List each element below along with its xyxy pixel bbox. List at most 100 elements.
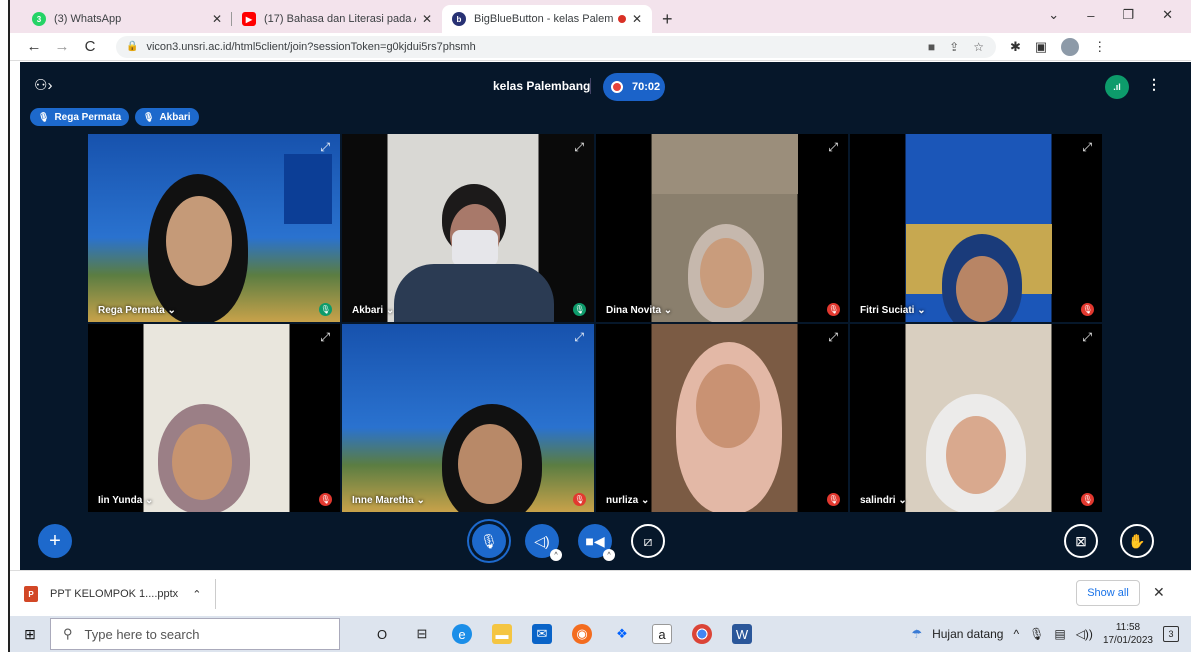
talking-indicator[interactable]: 🎙 Akbari (135, 108, 199, 126)
chevron-up-icon[interactable]: ^ (550, 549, 562, 561)
tab-bigbluebutton[interactable]: b BigBlueButton - kelas Palemb ✕ (442, 5, 652, 33)
video-button[interactable]: ■◀ ^ (578, 524, 615, 561)
lock-icon[interactable]: 🔒 (126, 41, 138, 52)
video-tile[interactable]: ⤢ Dina Novita ⌄ 🎙 (596, 134, 848, 322)
hand-icon: ✋ (1128, 532, 1146, 549)
participant-name[interactable]: Akbari ⌄ (352, 305, 394, 316)
share-icon[interactable]: ⇪ (949, 40, 959, 54)
whatsapp-icon: 3 (32, 12, 46, 26)
chrome-icon[interactable] (692, 624, 712, 644)
word-icon[interactable]: W (732, 624, 752, 644)
record-icon (611, 81, 623, 93)
connection-status-icon[interactable]: .ıl (1105, 75, 1129, 99)
forward-button[interactable]: → (50, 38, 74, 55)
tab-search-icon[interactable]: ⌄ (1048, 7, 1059, 23)
plus-icon: + (49, 529, 61, 552)
options-menu-icon[interactable]: ⋮ (1147, 76, 1161, 93)
fullscreen-icon[interactable]: ⤢ (828, 140, 838, 155)
download-item[interactable]: P PPT KELOMPOK 1....pptx ⌃ (24, 579, 217, 609)
clock[interactable]: 11:58 17/01/2023 (1103, 621, 1153, 647)
browser-menu-icon[interactable]: ⋮ (1093, 39, 1106, 55)
participant-name[interactable]: Inne Maretha ⌄ (352, 495, 425, 506)
network-icon[interactable]: ▤ (1054, 627, 1065, 641)
back-button[interactable]: ← (22, 38, 46, 55)
cortana-icon[interactable]: O (372, 624, 392, 644)
close-window-button[interactable]: ✕ (1162, 7, 1173, 23)
amazon-icon[interactable]: a (652, 624, 672, 644)
close-tab-icon[interactable]: ✕ (212, 12, 222, 26)
mail-icon[interactable]: ✉ (532, 624, 552, 644)
taskbar-search[interactable]: ⚲ Type here to search (50, 618, 340, 650)
meeting-top-bar: ⚇› kelas Palembang 70:02 .ıl ⋮ (20, 62, 1191, 108)
task-view-icon[interactable]: ⊟ (412, 624, 432, 644)
bookmark-star-icon[interactable]: ☆ (973, 40, 984, 54)
windows-start-icon[interactable]: ⊞ (10, 626, 50, 643)
toggle-user-list-icon[interactable]: ⚇› (34, 76, 52, 94)
video-tile[interactable]: ⤢ Fitri Suciati ⌄ 🎙 (850, 134, 1102, 322)
participant-name[interactable]: Iin Yunda ⌄ (98, 495, 153, 506)
fullscreen-icon[interactable]: ⤢ (320, 330, 330, 345)
audio-button[interactable]: ◁) ^ (525, 524, 562, 561)
restore-button[interactable]: ❐ (1122, 7, 1134, 23)
share-screen-button[interactable]: ⧄ (631, 524, 665, 558)
microphone-icon[interactable]: 🎙 (1029, 627, 1044, 641)
participant-name[interactable]: nurliza ⌄ (606, 495, 649, 506)
close-tab-icon[interactable]: ✕ (422, 12, 432, 26)
speaker-icon: ◁) (534, 532, 550, 549)
video-tile[interactable]: ⤢ nurliza ⌄ 🎙 (596, 324, 848, 512)
dropbox-icon[interactable]: ❖ (612, 624, 632, 644)
video-tile[interactable]: ⤢ Akbari ⌄ 🎙 (342, 134, 594, 322)
notifications-icon[interactable]: 3 (1163, 626, 1179, 642)
show-hidden-icons-icon[interactable]: ^ (1013, 627, 1019, 641)
clock-time: 11:58 (1115, 622, 1141, 633)
actions-button[interactable]: + (38, 524, 72, 558)
raise-hand-button[interactable]: ✋ (1120, 524, 1154, 558)
close-download-bar-icon[interactable]: ✕ (1153, 584, 1165, 601)
video-tile[interactable]: ⤢ Iin Yunda ⌄ 🎙 (88, 324, 340, 512)
participant-name[interactable]: Fitri Suciati ⌄ (860, 305, 926, 316)
extensions-icon[interactable]: ✱ (1010, 39, 1021, 55)
microphone-off-icon: 🎙 (319, 493, 332, 506)
video-tile[interactable]: ⤢ salindri ⌄ 🎙 (850, 324, 1102, 512)
show-all-button[interactable]: Show all (1076, 580, 1140, 606)
chevron-up-icon[interactable]: ⌃ (192, 588, 201, 601)
volume-icon[interactable]: ◁)) (1076, 627, 1093, 641)
fullscreen-icon[interactable]: ⤢ (828, 330, 838, 345)
participant-name[interactable]: salindri ⌄ (860, 495, 907, 506)
minimize-button[interactable]: – (1087, 8, 1094, 23)
bigbluebutton-app: ⚇› kelas Palembang 70:02 .ıl ⋮ 🎙 Rega Pe… (20, 62, 1191, 570)
fullscreen-icon[interactable]: ⤢ (320, 140, 330, 155)
participant-name[interactable]: Dina Novita ⌄ (606, 305, 672, 316)
firefox-icon[interactable]: ◉ (572, 624, 592, 644)
chevron-up-icon[interactable]: ^ (603, 549, 615, 561)
tab-whatsapp[interactable]: 3 (3) WhatsApp ✕ (22, 5, 232, 33)
fullscreen-icon[interactable]: ⤢ (1082, 140, 1092, 155)
participant-name[interactable]: Rega Permata ⌄ (98, 305, 176, 316)
microphone-off-icon: 🎙 (573, 493, 586, 506)
weather-text[interactable]: Hujan datang (932, 627, 1003, 641)
fullscreen-icon[interactable]: ⤢ (1082, 330, 1092, 345)
edge-icon[interactable]: e (452, 624, 472, 644)
weather-icon[interactable]: ☂ (911, 627, 922, 641)
file-explorer-icon[interactable]: ▬ (492, 624, 512, 644)
close-tab-icon[interactable]: ✕ (632, 12, 642, 26)
browser-toolbar: ← → C 🔒 vicon3.unsri.ac.id/html5client/j… (10, 33, 1191, 61)
mute-button[interactable]: 🎙 (472, 524, 506, 558)
address-bar[interactable]: 🔒 vicon3.unsri.ac.id/html5client/join?se… (116, 35, 996, 58)
reload-button[interactable]: C (78, 38, 102, 55)
video-tile[interactable]: ⤢ Inne Maretha ⌄ 🎙 (342, 324, 594, 512)
video-tile[interactable]: ⤢ Rega Permata ⌄ 🎙 (88, 134, 340, 322)
camera-in-use-icon[interactable]: ■ (928, 40, 935, 54)
tab-youtube[interactable]: ▶ (17) Bahasa dan Literasi pada An ✕ (232, 5, 442, 33)
new-tab-button[interactable]: + (662, 5, 673, 33)
fullscreen-icon[interactable]: ⤢ (574, 330, 584, 345)
fullscreen-icon[interactable]: ⤢ (574, 140, 584, 155)
talking-indicator[interactable]: 🎙 Rega Permata (30, 108, 130, 126)
presentation-button[interactable]: ⊠ (1064, 524, 1098, 558)
profile-avatar[interactable] (1061, 37, 1080, 56)
side-panel-icon[interactable]: ▣ (1035, 39, 1047, 55)
window-controls: ⌄ – ❐ ✕ (1048, 0, 1191, 30)
clock-date: 17/01/2023 (1102, 635, 1153, 646)
recording-indicator[interactable]: 70:02 (603, 73, 665, 101)
microphone-icon: 🎙 (143, 111, 155, 122)
